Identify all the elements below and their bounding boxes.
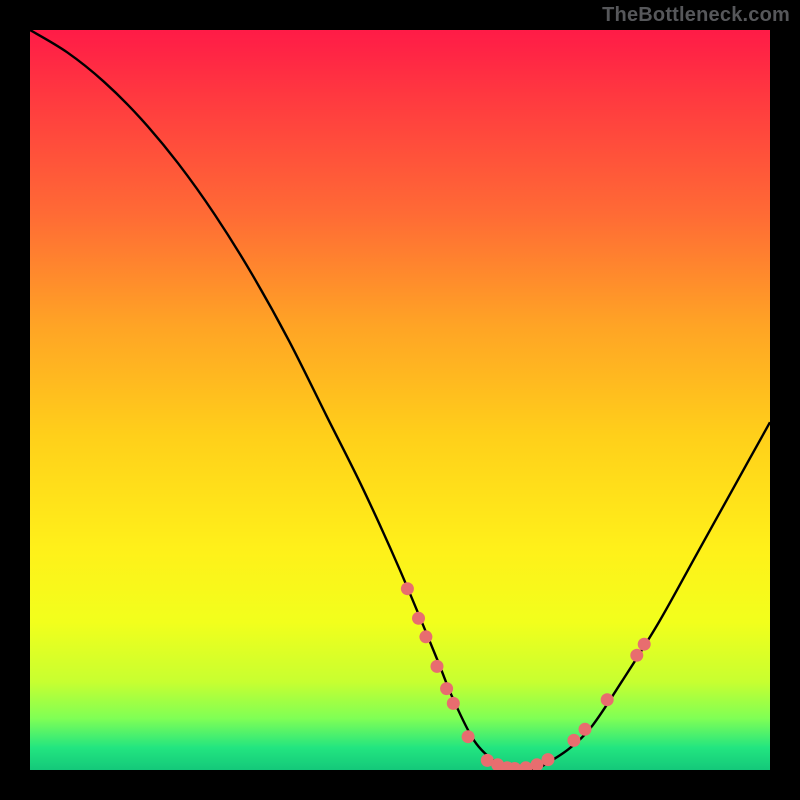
bottleneck-curve — [30, 30, 770, 770]
data-markers — [401, 582, 651, 770]
curve-svg — [30, 30, 770, 770]
data-marker — [462, 730, 475, 743]
data-marker — [519, 761, 532, 770]
data-marker — [630, 649, 643, 662]
plot-area — [30, 30, 770, 770]
data-marker — [601, 693, 614, 706]
data-marker — [419, 630, 432, 643]
data-marker — [567, 734, 580, 747]
data-marker — [530, 758, 543, 770]
data-marker — [431, 660, 444, 673]
data-marker — [440, 682, 453, 695]
data-marker — [579, 723, 592, 736]
data-marker — [401, 582, 414, 595]
chart-container: TheBottleneck.com — [0, 0, 800, 800]
data-marker — [638, 638, 651, 651]
data-marker — [412, 612, 425, 625]
watermark-text: TheBottleneck.com — [602, 4, 790, 27]
data-marker — [447, 697, 460, 710]
data-marker — [542, 753, 555, 766]
